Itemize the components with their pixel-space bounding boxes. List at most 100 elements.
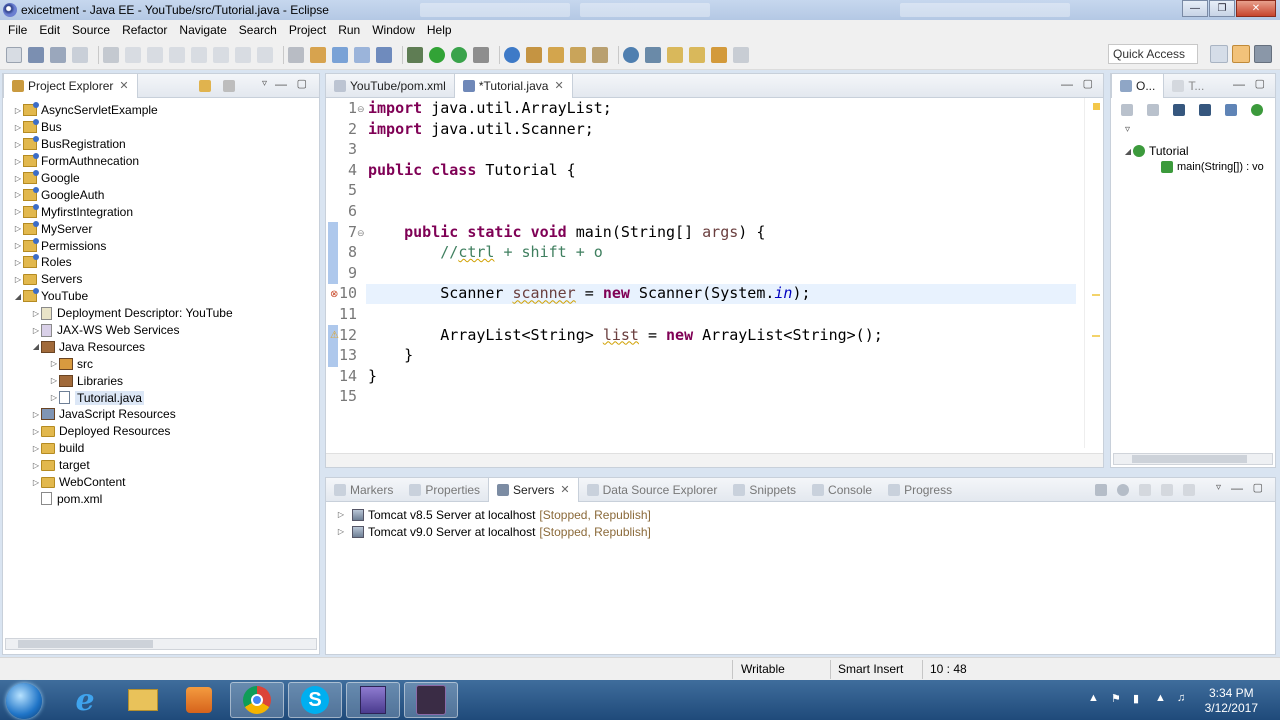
menu-window[interactable]: Window: [366, 23, 421, 37]
server-row[interactable]: ▷ Tomcat v8.5 Server at localhost [Stopp…: [326, 506, 1275, 523]
suspend-icon[interactable]: [147, 46, 163, 63]
collapse-all-icon[interactable]: [183, 80, 195, 92]
overview-ruler-marker[interactable]: [1093, 103, 1100, 110]
tree-item-target[interactable]: ▷ target: [7, 457, 233, 474]
hide-static-icon[interactable]: [1199, 104, 1211, 116]
tab-data-source-explorer[interactable]: Data Source Explorer: [579, 478, 726, 502]
menu-edit[interactable]: Edit: [33, 23, 66, 37]
hide-fields-icon[interactable]: [1173, 104, 1185, 116]
open-type-icon[interactable]: [332, 46, 348, 63]
volume-icon[interactable]: ♫: [1177, 692, 1191, 706]
tree-item-build[interactable]: ▷ build: [7, 440, 233, 457]
expand-arrow-icon[interactable]: ▷: [13, 174, 23, 183]
drop-to-frame-icon[interactable]: [288, 46, 304, 63]
horizontal-scrollbar[interactable]: [5, 638, 317, 650]
new-icon[interactable]: [6, 46, 22, 63]
tree-item-formauthnecation[interactable]: ▷ FormAuthnecation: [7, 153, 233, 170]
maximize-view-icon[interactable]: ▢: [1253, 481, 1263, 494]
expand-arrow-icon[interactable]: ▷: [13, 190, 23, 199]
profile-server-icon[interactable]: [1139, 484, 1151, 496]
tree-item-java-resources[interactable]: ◢ Java Resources: [7, 338, 233, 355]
expand-arrow-icon[interactable]: ▷: [336, 510, 346, 519]
close-icon[interactable]: ✕: [119, 79, 128, 92]
new-package-icon[interactable]: [526, 46, 542, 63]
tab-progress[interactable]: Progress: [880, 478, 960, 502]
expand-arrow-icon[interactable]: ▷: [13, 106, 23, 115]
view-menu-chevron-icon[interactable]: ▿: [1125, 124, 1130, 135]
battery-icon[interactable]: ▮: [1133, 692, 1147, 706]
step-over-icon[interactable]: [235, 46, 251, 63]
search-icon[interactable]: [592, 46, 608, 63]
expand-arrow-icon[interactable]: ▷: [31, 326, 41, 335]
menu-project[interactable]: Project: [283, 23, 332, 37]
code-editor[interactable]: import java.util.ArrayList; import java.…: [368, 98, 883, 407]
tree-item-jax-ws[interactable]: ▷ JAX-WS Web Services: [7, 322, 233, 339]
expand-arrow-icon[interactable]: ▷: [13, 207, 23, 216]
expand-arrow-icon[interactable]: ▷: [13, 140, 23, 149]
tree-item-tutorial-java[interactable]: ▷ Tutorial.java: [7, 389, 233, 406]
tree-item-google[interactable]: ▷ Google: [7, 170, 233, 187]
tab-servers[interactable]: Servers ✕: [488, 477, 579, 502]
tab-markers[interactable]: Markers: [326, 478, 401, 502]
fold-icon[interactable]: ⊖: [357, 228, 365, 239]
back-icon[interactable]: [711, 46, 727, 63]
next-annotation-icon[interactable]: [667, 46, 683, 63]
step-into-icon[interactable]: [213, 46, 229, 63]
tree-item-roles[interactable]: ▷ Roles: [7, 254, 233, 271]
expand-arrow-icon[interactable]: ▷: [13, 157, 23, 166]
menu-file[interactable]: File: [2, 23, 33, 37]
collapse-arrow-icon[interactable]: ◢: [31, 342, 41, 351]
minimize-view-icon[interactable]: —: [275, 77, 287, 91]
forward-icon[interactable]: [733, 46, 749, 63]
scroll-thumb[interactable]: [1132, 455, 1247, 463]
menu-run[interactable]: Run: [332, 23, 366, 37]
menu-source[interactable]: Source: [66, 23, 116, 37]
run-icon[interactable]: [429, 46, 445, 63]
server-row[interactable]: ▷ Tomcat v9.0 Server at localhost [Stopp…: [326, 523, 1275, 540]
tree-item-deployed-resources[interactable]: ▷ Deployed Resources: [7, 423, 233, 440]
tree-item-javascript-resources[interactable]: ▷ JavaScript Resources: [7, 406, 233, 423]
tab-project-explorer[interactable]: Project Explorer ✕: [3, 73, 138, 98]
tree-item-bus[interactable]: ▷ Bus: [7, 119, 233, 136]
expand-arrow-icon[interactable]: ▷: [31, 478, 41, 487]
link-with-editor-icon[interactable]: [199, 80, 211, 92]
maximize-view-icon[interactable]: ▢: [1083, 77, 1093, 90]
close-icon[interactable]: ✕: [554, 79, 563, 92]
view-menu-chevron-icon[interactable]: ▿: [262, 78, 267, 89]
disconnect-icon[interactable]: [191, 46, 207, 63]
expand-arrow-icon[interactable]: ▷: [31, 461, 41, 470]
warning-marker-icon[interactable]: ⚠: [330, 330, 339, 341]
skip-breakpoints-icon[interactable]: [103, 46, 119, 63]
tab-pom-xml[interactable]: YouTube/pom.xml: [326, 74, 454, 98]
tree-item-myfirstintegration[interactable]: ▷ MyfirstIntegration: [7, 203, 233, 220]
expand-arrow-icon[interactable]: ▷: [31, 444, 41, 453]
toggle-mark-occurrences-icon[interactable]: [645, 46, 661, 63]
save-all-icon[interactable]: [50, 46, 66, 63]
hide-local-types-icon[interactable]: [1251, 104, 1263, 116]
tab-properties[interactable]: Properties: [401, 478, 488, 502]
quick-access-input[interactable]: Quick Access: [1108, 44, 1198, 64]
tree-item-libraries[interactable]: ▷ Libraries: [7, 372, 233, 389]
debug-icon[interactable]: [407, 46, 423, 63]
menu-refactor[interactable]: Refactor: [116, 23, 173, 37]
scroll-thumb[interactable]: [18, 640, 153, 648]
collapse-all-icon[interactable]: [1121, 104, 1133, 116]
expand-arrow-icon[interactable]: ▷: [31, 410, 41, 419]
step-return-icon[interactable]: [257, 46, 273, 63]
new-java-project-icon[interactable]: [504, 46, 520, 63]
expand-arrow-icon[interactable]: ▷: [13, 275, 23, 284]
skype-icon[interactable]: S: [288, 682, 342, 718]
system-clock[interactable]: 3:34 PM 3/12/2017: [1205, 686, 1258, 716]
tree-item-deployment-descriptor[interactable]: ▷ Deployment Descriptor: YouTube: [7, 305, 233, 322]
use-step-filters-icon[interactable]: [310, 46, 326, 63]
new-server-icon[interactable]: [376, 46, 392, 63]
menu-help[interactable]: Help: [421, 23, 458, 37]
fold-icon[interactable]: ⊖: [357, 104, 365, 115]
tree-item-src[interactable]: ▷ src: [7, 355, 233, 372]
tab-console[interactable]: Console: [804, 478, 880, 502]
tree-item-googleauth[interactable]: ▷ GoogleAuth: [7, 186, 233, 203]
minimize-view-icon[interactable]: —: [1233, 77, 1245, 91]
outline-method-item[interactable]: main(String[]) : vo: [1161, 161, 1264, 173]
menu-navigate[interactable]: Navigate: [173, 23, 232, 37]
tree-item-servers[interactable]: ▷ Servers: [7, 271, 233, 288]
